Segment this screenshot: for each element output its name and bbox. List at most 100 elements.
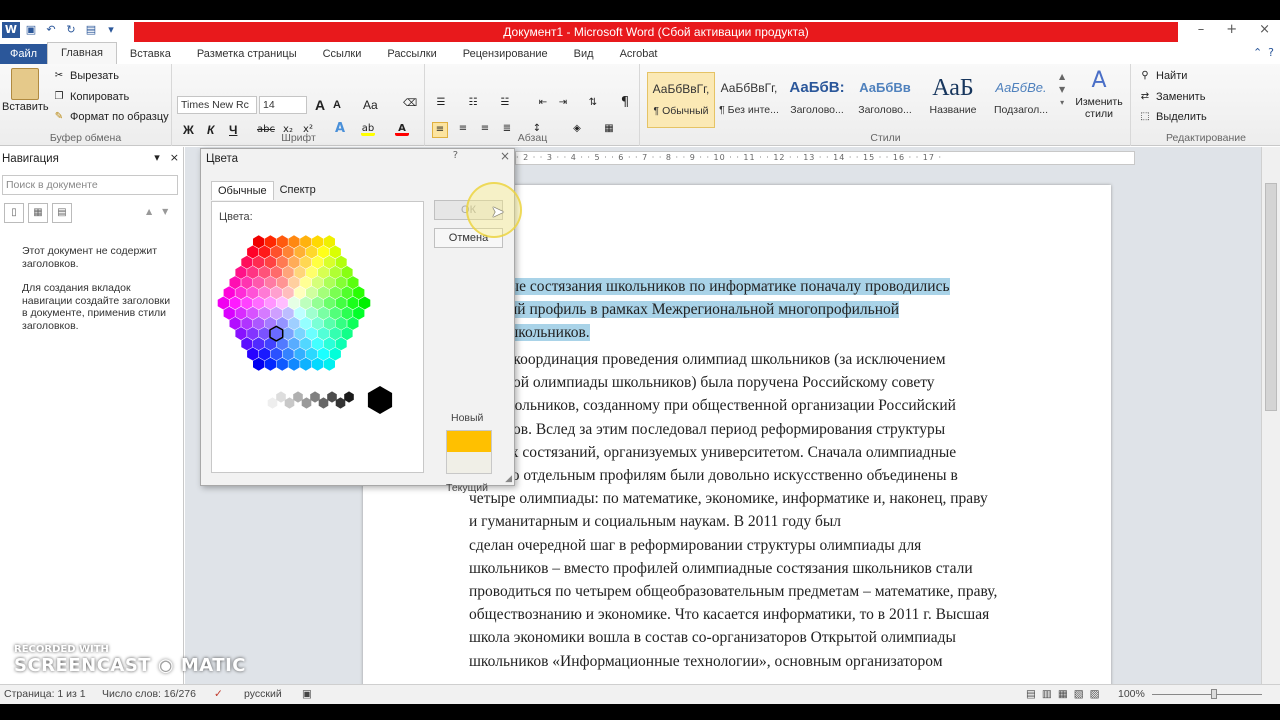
decrease-indent-button[interactable]: ⇤ [536, 96, 550, 110]
clear-format-button[interactable]: ⌫ [403, 97, 417, 111]
save-icon[interactable]: ▣ [22, 22, 40, 38]
color-cell[interactable] [270, 286, 282, 300]
color-cell[interactable] [294, 327, 306, 341]
color-cell[interactable] [353, 286, 365, 300]
color-cell[interactable] [317, 327, 330, 341]
color-cell[interactable] [264, 276, 277, 290]
gray-cell[interactable] [284, 397, 295, 409]
color-cell[interactable] [300, 296, 312, 310]
color-cell[interactable] [311, 276, 324, 290]
color-cell[interactable] [282, 327, 294, 341]
color-cell[interactable] [311, 316, 324, 330]
color-cell[interactable] [300, 235, 312, 249]
color-cell[interactable] [323, 357, 335, 371]
change-case-button[interactable]: Aa [363, 98, 378, 112]
color-cell[interactable] [288, 337, 300, 351]
gray-cell[interactable] [276, 391, 286, 403]
pages-view-icon[interactable]: ▦ [28, 203, 48, 223]
color-cell[interactable] [323, 255, 335, 269]
tab-acrobat[interactable]: Acrobat [607, 44, 671, 64]
print-preview-icon[interactable]: ▤ [82, 22, 100, 38]
style-subtitle[interactable]: АаБбВе. Подзагол... [987, 72, 1055, 128]
vertical-scrollbar[interactable] [1261, 147, 1280, 684]
page-count[interactable]: Страница: 1 из 1 [4, 688, 86, 700]
macro-icon[interactable]: ▣ [302, 688, 312, 700]
color-cell[interactable] [258, 286, 271, 300]
nav-search-input[interactable]: Поиск в документе [2, 175, 178, 195]
tab-references[interactable]: Ссылки [310, 44, 375, 64]
color-cell[interactable] [258, 347, 271, 361]
color-cell[interactable] [282, 265, 294, 279]
gray-cell[interactable] [259, 391, 269, 403]
color-cell[interactable] [270, 347, 282, 361]
copy-button[interactable]: ❐ Копировать [52, 90, 130, 104]
color-cell[interactable] [258, 327, 271, 341]
color-cell[interactable] [217, 296, 229, 310]
color-cell[interactable] [300, 276, 312, 290]
color-cell[interactable] [335, 276, 347, 290]
color-cell[interactable] [247, 265, 259, 279]
color-cell[interactable] [276, 235, 288, 249]
color-cell[interactable] [341, 327, 353, 341]
nav-options-icon[interactable]: ▾ [154, 151, 160, 164]
color-cell[interactable] [306, 286, 318, 300]
paste-button[interactable]: Вставить [2, 68, 49, 113]
gray-cell[interactable] [318, 397, 329, 409]
color-cell[interactable] [288, 316, 300, 330]
color-cell[interactable] [282, 306, 294, 320]
color-hexagon-picker[interactable] [212, 202, 423, 472]
style-no-spacing[interactable]: АаБбВвГг, ¶ Без инте... [715, 72, 783, 128]
minimize-button[interactable]: – [1198, 22, 1205, 37]
scroll-thumb[interactable] [1265, 183, 1277, 411]
color-cell[interactable] [294, 347, 306, 361]
bullets-button[interactable]: ☰ [434, 96, 448, 110]
color-cell[interactable] [258, 245, 271, 259]
format-painter-button[interactable]: ✎ Формат по образцу [52, 110, 169, 124]
color-cell[interactable] [311, 357, 324, 371]
color-cell[interactable] [311, 296, 324, 310]
color-cell[interactable] [241, 337, 253, 351]
color-cell[interactable] [317, 306, 330, 320]
color-cell[interactable] [311, 337, 324, 351]
color-cell[interactable] [253, 296, 265, 310]
color-cell[interactable] [258, 306, 271, 320]
color-cell[interactable] [306, 327, 318, 341]
nav-close-icon[interactable]: × [170, 151, 179, 164]
color-cell[interactable] [294, 265, 306, 279]
color-cell[interactable] [241, 276, 253, 290]
color-cell[interactable] [294, 245, 306, 259]
help-icon[interactable]: ? [1268, 46, 1274, 59]
color-cell[interactable] [323, 296, 335, 310]
paragraph-2[interactable]: 8 году координация проведения олимпиад ш… [469, 348, 1079, 673]
color-cell[interactable] [241, 255, 253, 269]
color-cell[interactable] [335, 296, 347, 310]
dialog-close-icon[interactable]: × [500, 149, 510, 163]
horizontal-ruler[interactable]: · 2 · · 3 · · 4 · · 5 · · 6 · · 7 · · 8 … [515, 151, 1135, 165]
style-title[interactable]: АаБ Название [919, 72, 987, 128]
color-cell[interactable] [323, 337, 335, 351]
color-cell[interactable] [276, 296, 288, 310]
color-cell[interactable] [264, 357, 277, 371]
color-cell[interactable] [288, 255, 300, 269]
color-cell[interactable] [276, 357, 288, 371]
color-cell[interactable] [311, 255, 324, 269]
color-cell[interactable] [335, 337, 347, 351]
color-cell[interactable] [306, 245, 318, 259]
tab-page-layout[interactable]: Разметка страницы [184, 44, 310, 64]
color-cell[interactable] [276, 255, 288, 269]
color-cell[interactable] [235, 265, 247, 279]
color-cell[interactable] [300, 255, 312, 269]
gray-cell[interactable] [267, 397, 278, 409]
color-cell[interactable] [247, 327, 259, 341]
tab-view[interactable]: Вид [561, 44, 607, 64]
nav-next-icon[interactable]: ▼ [162, 207, 168, 216]
color-cell[interactable] [264, 255, 277, 269]
color-cell[interactable] [288, 276, 300, 290]
color-cell[interactable] [253, 316, 265, 330]
color-cell[interactable] [306, 347, 318, 361]
color-cell[interactable] [317, 347, 330, 361]
color-cell[interactable] [323, 316, 335, 330]
color-cell[interactable] [341, 286, 353, 300]
sort-button[interactable]: ⇅ [586, 96, 600, 110]
color-cell[interactable] [241, 296, 253, 310]
